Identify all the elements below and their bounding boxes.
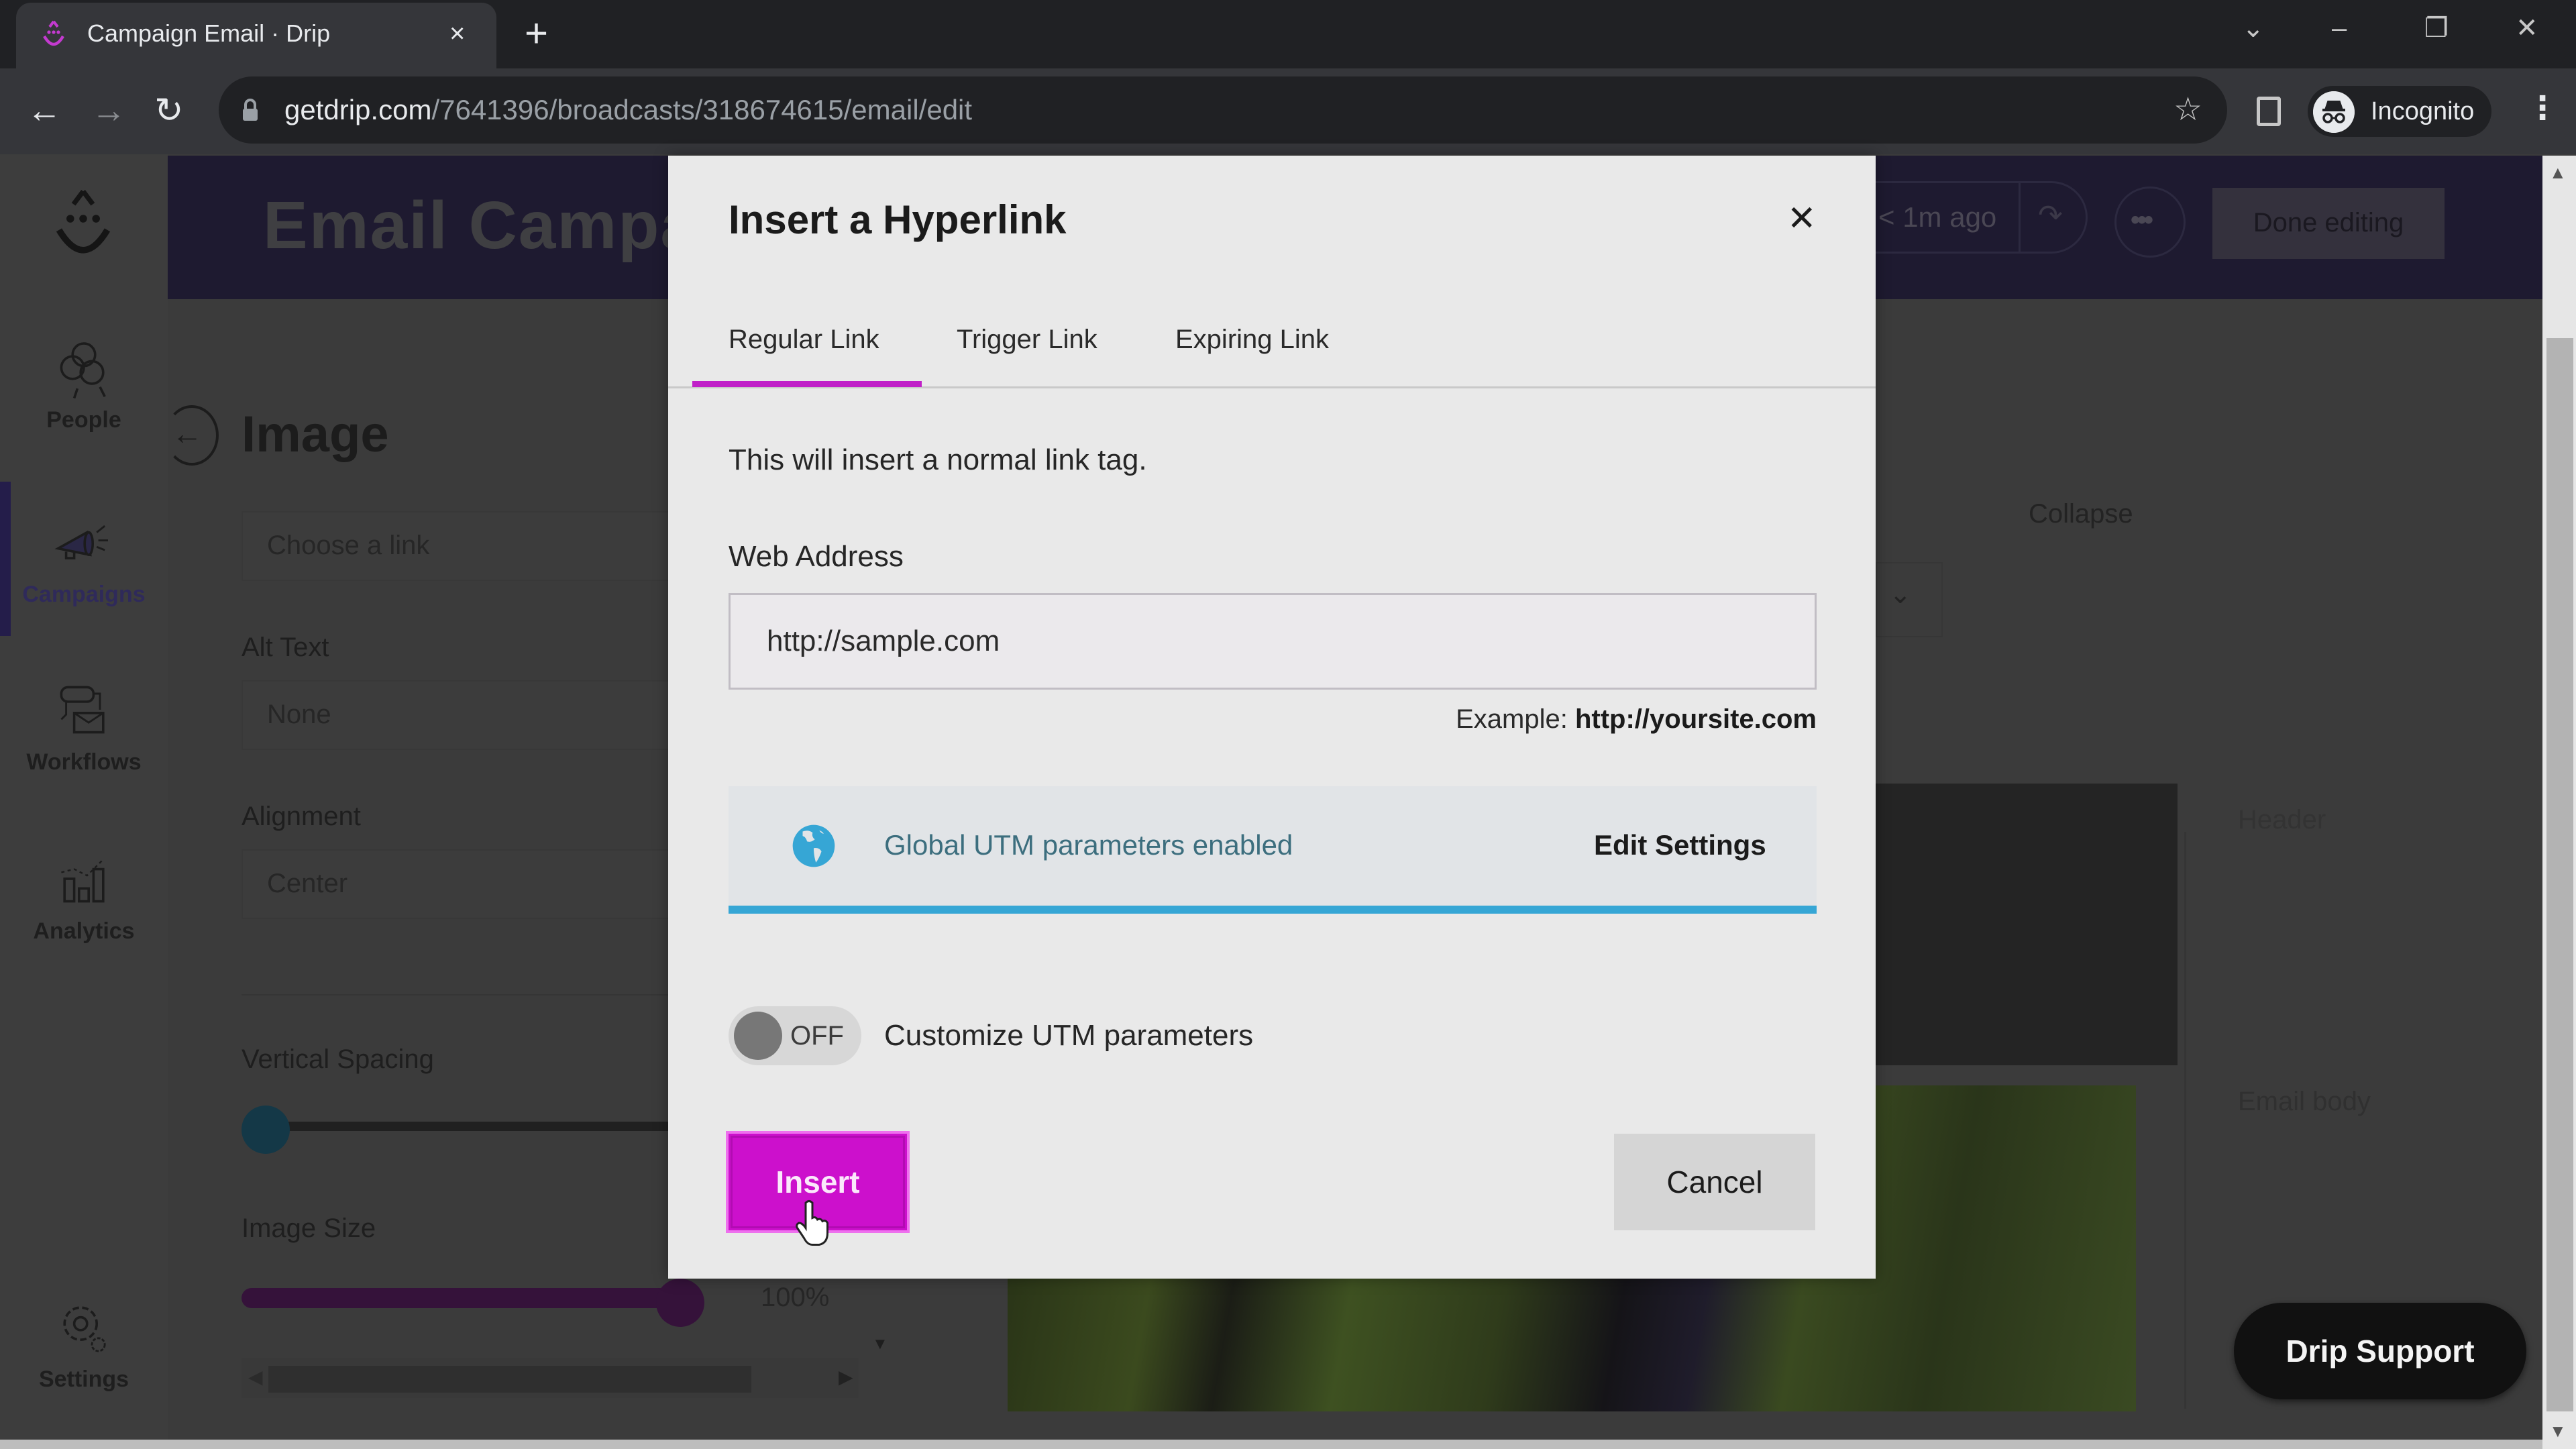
people-icon	[60, 342, 106, 399]
tab-close-icon[interactable]: ×	[449, 17, 465, 50]
reload-button[interactable]: ↻	[154, 91, 184, 131]
sidebar-item-campaigns[interactable]: Campaigns	[0, 510, 168, 608]
scroll-up-icon[interactable]: ▲	[2549, 162, 2567, 183]
hand-pointer-cursor-icon	[796, 1200, 828, 1246]
dialog-title: Insert a Hyperlink	[729, 197, 1067, 242]
forward-button[interactable]: →	[91, 91, 126, 131]
scroll-down-icon[interactable]: ▼	[2549, 1421, 2567, 1442]
gear-icon	[63, 1306, 106, 1352]
globe-icon	[792, 824, 835, 867]
sidebar-item-label: Analytics	[33, 918, 135, 944]
page-scrollbar-thumb[interactable]	[2546, 338, 2573, 1411]
panel-title: Image	[241, 406, 389, 463]
sidebar-item-label: Campaigns	[22, 582, 146, 607]
page-title: Email Campa	[263, 188, 700, 263]
sidebar-item-label: Settings	[38, 1366, 129, 1392]
close-icon[interactable]: ✕	[1787, 199, 1817, 239]
edit-settings-link[interactable]: Edit Settings	[1594, 826, 1766, 864]
alignment-label: Alignment	[241, 802, 361, 831]
drip-favicon-icon	[43, 20, 64, 46]
alignment-value: Center	[267, 869, 348, 898]
side-panel-icon[interactable]	[2257, 97, 2281, 126]
alt-text-label: Alt Text	[241, 633, 329, 662]
bookmark-star-icon[interactable]: ☆	[2174, 93, 2202, 127]
panel-divider	[241, 994, 671, 996]
image-size-label: Image Size	[241, 1214, 376, 1243]
sidebar-item-label: People	[46, 407, 121, 433]
url-path: /7641396/broadcasts/318674615/email/edit	[431, 94, 973, 125]
scroll-left-icon[interactable]: ◀	[248, 1366, 263, 1388]
toggle-knob[interactable]	[734, 1012, 782, 1060]
utm-notice-text: Global UTM parameters enabled	[884, 829, 1293, 861]
outline-header-label[interactable]: Header	[2238, 802, 2326, 837]
chevron-down-icon: ⌄	[1889, 580, 1912, 609]
example-hint: Example: http://yoursite.com	[729, 700, 1817, 738]
vertical-spacing-slider-handle[interactable]	[241, 1106, 290, 1154]
analytics-icon	[61, 859, 105, 903]
incognito-icon	[2313, 91, 2355, 133]
restore-button[interactable]: ❐	[2424, 12, 2449, 44]
scroll-right-icon[interactable]: ▶	[839, 1366, 853, 1388]
scroll-down-icon[interactable]: ▼	[872, 1335, 888, 1354]
tab-regular-link[interactable]: Regular Link	[729, 321, 879, 358]
sidebar-item-analytics[interactable]: Analytics	[0, 847, 168, 945]
outline-email-body-label[interactable]: Email body	[2238, 1084, 2371, 1119]
tab-trigger-link[interactable]: Trigger Link	[957, 321, 1097, 358]
panel-scrollbar-thumb[interactable]	[268, 1366, 751, 1393]
url-text[interactable]: getdrip.com/7641396/broadcasts/318674615…	[284, 93, 972, 127]
back-button[interactable]: ←	[27, 91, 62, 131]
minimize-button[interactable]: –	[2332, 12, 2347, 44]
browser-menu-icon[interactable]: ⋮	[2526, 89, 2559, 129]
sidebar-item-workflows[interactable]: Workflows	[0, 678, 168, 775]
link-select[interactable]: Choose a link	[241, 511, 671, 581]
alt-text-value: None	[267, 700, 331, 729]
megaphone-icon	[54, 525, 108, 559]
alignment-select[interactable]: Center	[241, 849, 671, 919]
image-size-slider-handle[interactable]	[656, 1279, 704, 1327]
collapse-button[interactable]: Collapse	[2029, 496, 2133, 531]
link-type-description: This will insert a normal link tag.	[729, 443, 1147, 476]
toggle-state-label: OFF	[790, 1021, 844, 1051]
sidebar-item-people[interactable]: People	[0, 335, 168, 433]
drip-support-label: Drip Support	[2286, 1334, 2475, 1368]
new-tab-button[interactable]: +	[525, 13, 548, 54]
tab-search-icon[interactable]: ⌄	[2242, 12, 2265, 44]
tab-title: Campaign Email · Drip	[87, 19, 331, 47]
example-prefix: Example:	[1456, 704, 1568, 734]
outline-divider	[2184, 832, 2186, 1409]
ellipsis-icon: •••	[2131, 205, 2153, 235]
drip-logo-icon[interactable]	[51, 186, 115, 267]
email-header-block[interactable]	[1876, 784, 2178, 1065]
insert-button-label: Insert	[775, 1165, 860, 1199]
tab-expiring-link[interactable]: Expiring Link	[1175, 321, 1329, 358]
window-close-button[interactable]: ✕	[2516, 12, 2538, 44]
alt-text-field[interactable]: None	[241, 680, 671, 750]
lock-icon[interactable]	[241, 98, 259, 122]
page-horizontal-scrollbar[interactable]	[0, 1440, 2542, 1449]
sidebar-item-settings[interactable]: Settings	[0, 1295, 168, 1393]
image-size-value: 100%	[761, 1283, 830, 1312]
url-host: getdrip.com	[284, 94, 432, 125]
redo-icon: ↷	[2038, 199, 2063, 232]
vertical-spacing-track[interactable]	[255, 1122, 671, 1131]
incognito-label: Incognito	[2371, 97, 2475, 125]
active-tab-indicator	[692, 381, 922, 387]
cancel-button-label: Cancel	[1666, 1165, 1763, 1199]
image-size-track[interactable]	[241, 1288, 684, 1308]
vertical-spacing-label: Vertical Spacing	[241, 1044, 434, 1074]
save-status-text: < 1m ago	[1878, 201, 1997, 233]
example-url: http://yoursite.com	[1574, 704, 1817, 734]
sidebar-item-label: Workflows	[26, 749, 142, 775]
web-address-label: Web Address	[729, 540, 904, 573]
workflows-icon	[60, 686, 105, 734]
back-arrow-icon: ←	[172, 416, 203, 451]
utm-notice-accent-bar	[729, 906, 1817, 914]
web-address-input[interactable]	[729, 593, 1817, 690]
done-editing-label: Done editing	[2253, 208, 2404, 237]
link-select-placeholder: Choose a link	[267, 531, 430, 560]
customize-utm-label: Customize UTM parameters	[884, 1019, 1254, 1052]
